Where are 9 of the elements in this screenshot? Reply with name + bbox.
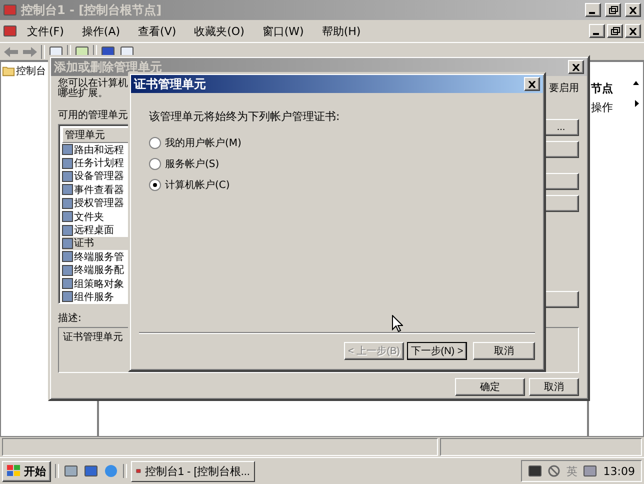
hint-text: 要启用 (549, 82, 579, 95)
description-label: 描述: (58, 312, 82, 325)
intro-text: 您可以在计算机 (58, 79, 129, 89)
dialog-title: 证书管理单元 (134, 76, 207, 92)
window-title: 控制台1 - [控制台根节点] (21, 2, 163, 18)
clock: 13:09 (603, 464, 635, 478)
prompt-text: 该管理单元将始终为下列帐户管理证书: (149, 109, 341, 124)
list-label: 可用的管理单元 (58, 108, 128, 122)
intro-text: 哪些扩展。 (58, 89, 109, 99)
